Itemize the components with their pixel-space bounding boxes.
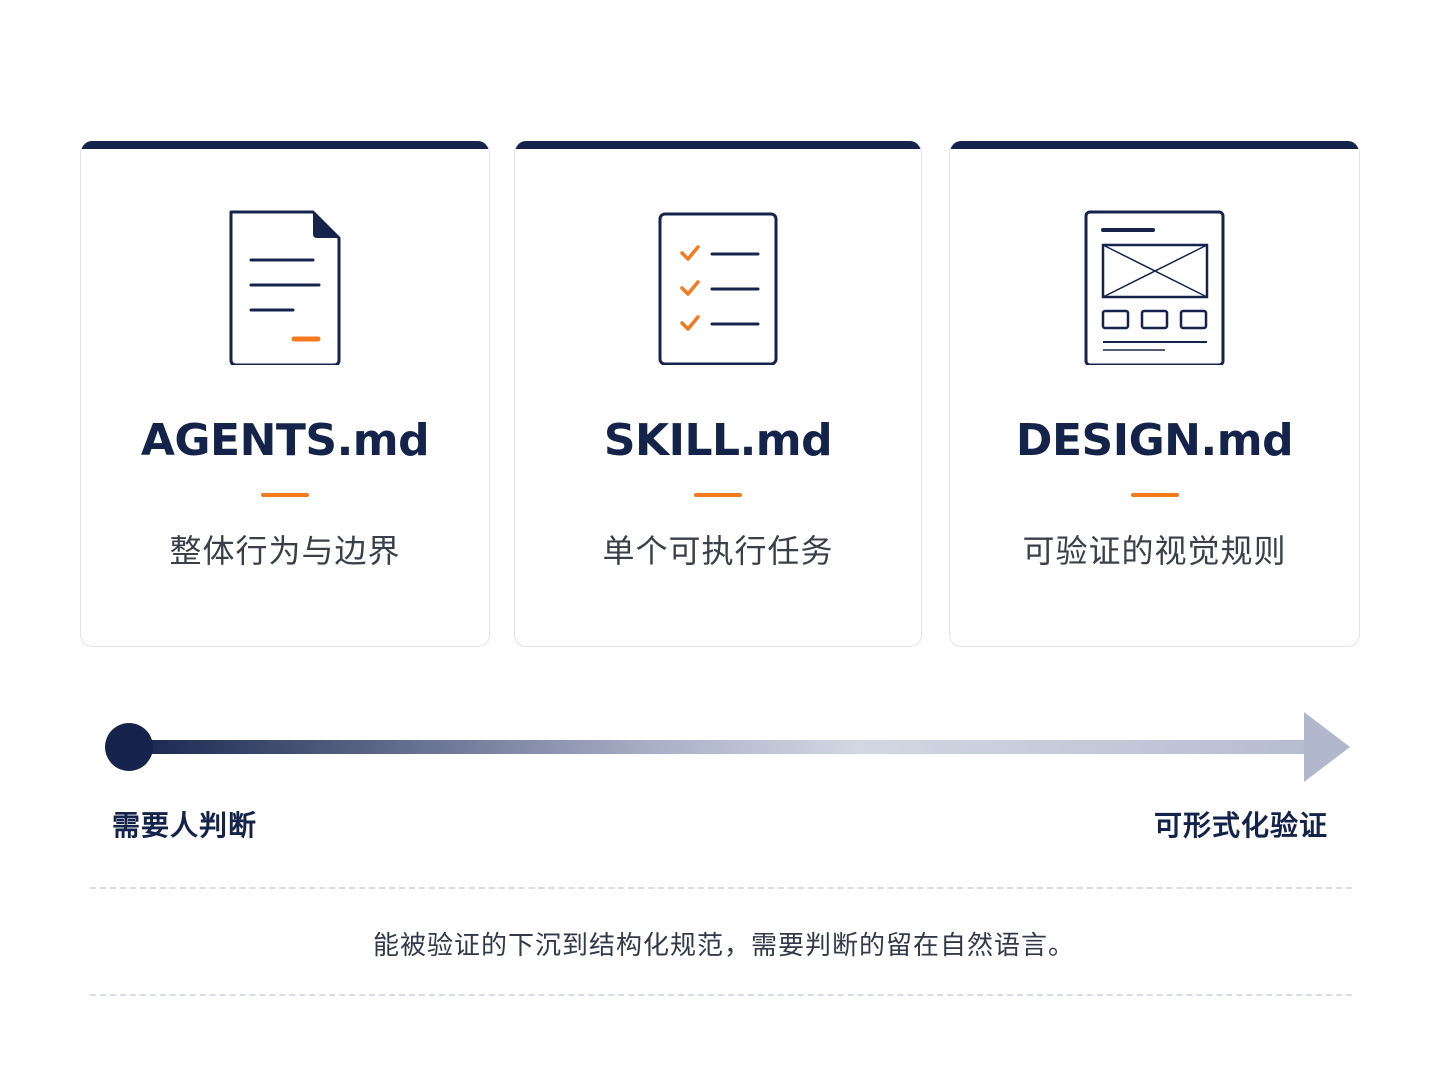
accent-rule [261,493,309,497]
checklist-icon [515,205,921,365]
spectrum-line [128,740,1308,754]
card-title: SKILL.md [603,415,833,466]
divider-bottom [90,994,1352,996]
card-title: AGENTS.md [140,415,430,466]
card-description: 单个可执行任务 [602,532,834,570]
card-description: 可验证的视觉规则 [1022,532,1287,570]
wireframe-icon [950,205,1359,365]
accent-rule [1130,493,1179,497]
spectrum-arrow [105,712,1350,782]
spectrum-right-label: 可形式化验证 [1153,809,1328,842]
card-agents: AGENTS.md 整体行为与边界 [80,141,490,647]
card-description: 整体行为与边界 [169,532,401,570]
card-topbar [81,141,489,149]
divider-top [90,887,1352,889]
card-title: DESIGN.md [1015,415,1294,466]
card-skill: SKILL.md 单个可执行任务 [514,141,922,647]
document-icon [81,205,489,365]
accent-rule [694,493,742,497]
spectrum-left-label: 需要人判断 [112,809,258,842]
spectrum-start-dot [105,723,153,771]
card-design: DESIGN.md 可验证的视觉规则 [949,141,1360,647]
card-topbar [950,141,1359,149]
card-topbar [515,141,921,149]
summary-text: 能被验证的下沉到结构化规范，需要判断的留在自然语言。 [372,931,1075,961]
arrow-head-icon [1304,712,1350,782]
